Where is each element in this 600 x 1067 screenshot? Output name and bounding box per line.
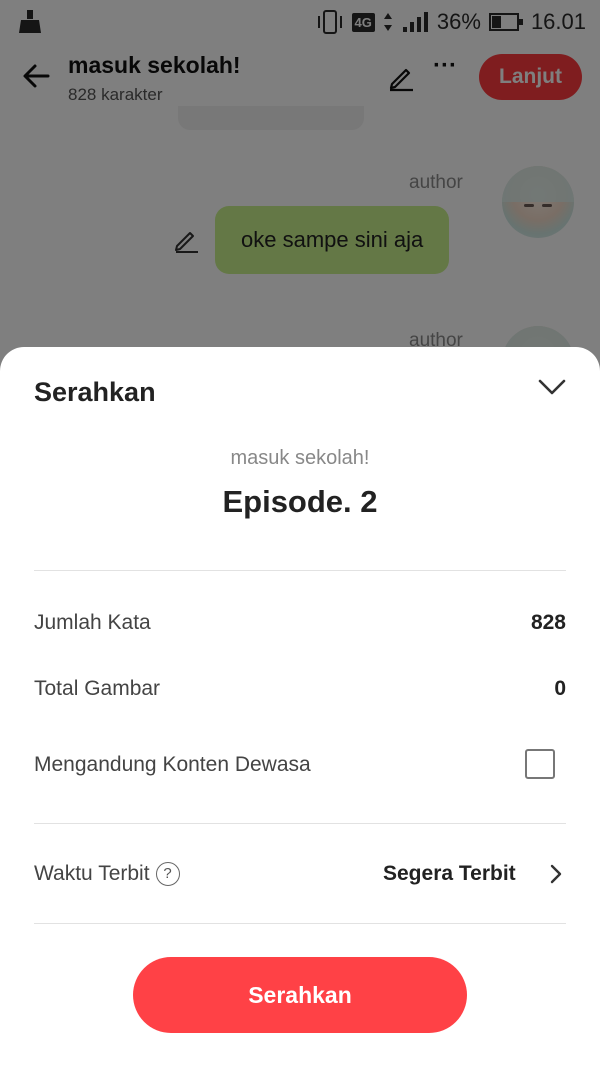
image-count-value: 0 [554, 677, 566, 700]
submit-bottom-sheet: Serahkan masuk sekolah! Episode. 2 Jumla… [0, 347, 600, 1067]
image-count-label: Total Gambar [34, 677, 161, 700]
adult-content-checkbox[interactable] [525, 749, 555, 779]
story-name: masuk sekolah! [230, 447, 370, 469]
help-icon[interactable]: ? [155, 862, 180, 886]
publish-time-label-text: Waktu Terbit [34, 862, 150, 885]
submit-button[interactable]: Serahkan [133, 957, 467, 1033]
divider [34, 823, 566, 824]
divider [34, 570, 566, 571]
adult-content-label: Mengandung Konten Dewasa [34, 753, 311, 776]
publish-time-label: Waktu Terbit? [34, 862, 180, 886]
word-count-label: Jumlah Kata [34, 611, 151, 634]
sheet-title: Serahkan [34, 377, 156, 407]
chevron-right-icon[interactable] [544, 860, 568, 888]
divider [34, 923, 566, 924]
chevron-down-icon[interactable] [534, 369, 570, 405]
publish-time-value[interactable]: Segera Terbit [383, 862, 516, 886]
word-count-value: 828 [530, 611, 566, 634]
episode-title: Episode. 2 [222, 484, 378, 519]
